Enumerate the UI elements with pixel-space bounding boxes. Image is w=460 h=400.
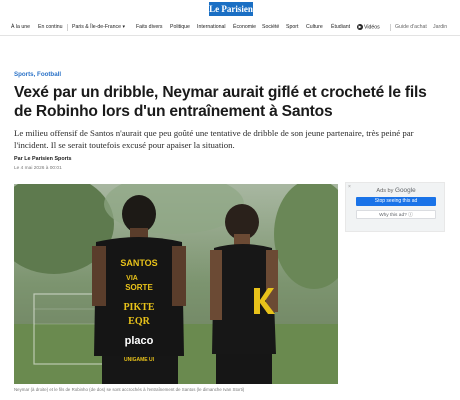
- nav-item-videos[interactable]: ▶ Vidéos: [357, 24, 380, 30]
- article-byline[interactable]: Par Le Parisien Sports: [14, 156, 72, 162]
- nav-item-international[interactable]: International: [197, 24, 226, 30]
- top-bar: Le Parisien: [0, 0, 460, 20]
- ad-feedback-panel: × Ads by Google Stop seeing this ad Why …: [345, 182, 445, 232]
- nav-item-a-la-une[interactable]: À la une: [11, 24, 30, 30]
- nav-item-economie[interactable]: Économie: [233, 24, 256, 30]
- stop-seeing-ad-button[interactable]: Stop seeing this ad: [356, 197, 436, 206]
- jersey-sponsor-text: placo: [125, 335, 154, 347]
- article-photo: SANTOS VIA SORTE PIKTE EQR placo UNIGAME…: [14, 184, 338, 384]
- nav-item-guide-achat[interactable]: Guide d'achat: [395, 24, 427, 30]
- nav-item-culture[interactable]: Culture: [306, 24, 323, 30]
- nav-item-paris[interactable]: Paris & Île-de-France ▾: [72, 24, 125, 30]
- nav-item-jardin[interactable]: Jardin: [433, 24, 447, 30]
- photo-illustration: SANTOS VIA SORTE PIKTE EQR placo UNIGAME…: [14, 184, 338, 384]
- nav-item-politique[interactable]: Politique: [170, 24, 190, 30]
- nav-item-faits-divers[interactable]: Faits divers: [136, 24, 163, 30]
- nav-divider: [67, 24, 68, 31]
- article-lead: Le milieu offensif de Santos n'aurait qu…: [14, 128, 414, 150]
- site-logo[interactable]: Le Parisien: [209, 2, 253, 16]
- ads-by-label: Ads by: [376, 188, 394, 194]
- jersey-brand-text: SANTOS: [120, 258, 157, 268]
- ads-by-google-label: Ads by Google: [346, 187, 446, 194]
- jersey-sponsor-text: VIA: [126, 275, 138, 282]
- nav-item-societe[interactable]: Société: [262, 24, 279, 30]
- photo-caption: Neymar (à droite) et le fils de Robinho …: [14, 387, 245, 392]
- nav-item-sport[interactable]: Sport: [286, 24, 298, 30]
- article-rubric[interactable]: Sports, Football: [14, 71, 61, 78]
- jersey-sponsor-text: UNIGAME UI: [124, 357, 155, 363]
- nav-divider: [390, 24, 391, 31]
- main-nav: À la une En continu Paris & Île-de-Franc…: [0, 20, 460, 36]
- nav-item-etudiant[interactable]: Étudiant: [331, 24, 350, 30]
- article-headline: Vexé par un dribble, Neymar aurait giflé…: [14, 84, 427, 120]
- why-this-ad-button[interactable]: Why this ad? ⓘ: [356, 210, 436, 219]
- jersey-sponsor-text: EQR: [128, 316, 150, 327]
- article-date: Le 4 mai 2026 à 00:01: [14, 166, 62, 171]
- play-icon: ▶: [357, 24, 363, 30]
- nav-item-en-continu[interactable]: En continu: [38, 24, 63, 30]
- jersey-sponsor-text: PIKTE: [123, 302, 154, 313]
- jersey-sponsor-text: SORTE: [125, 283, 153, 292]
- google-label: Google: [395, 187, 416, 194]
- nav-item-videos-label: Vidéos: [364, 24, 380, 31]
